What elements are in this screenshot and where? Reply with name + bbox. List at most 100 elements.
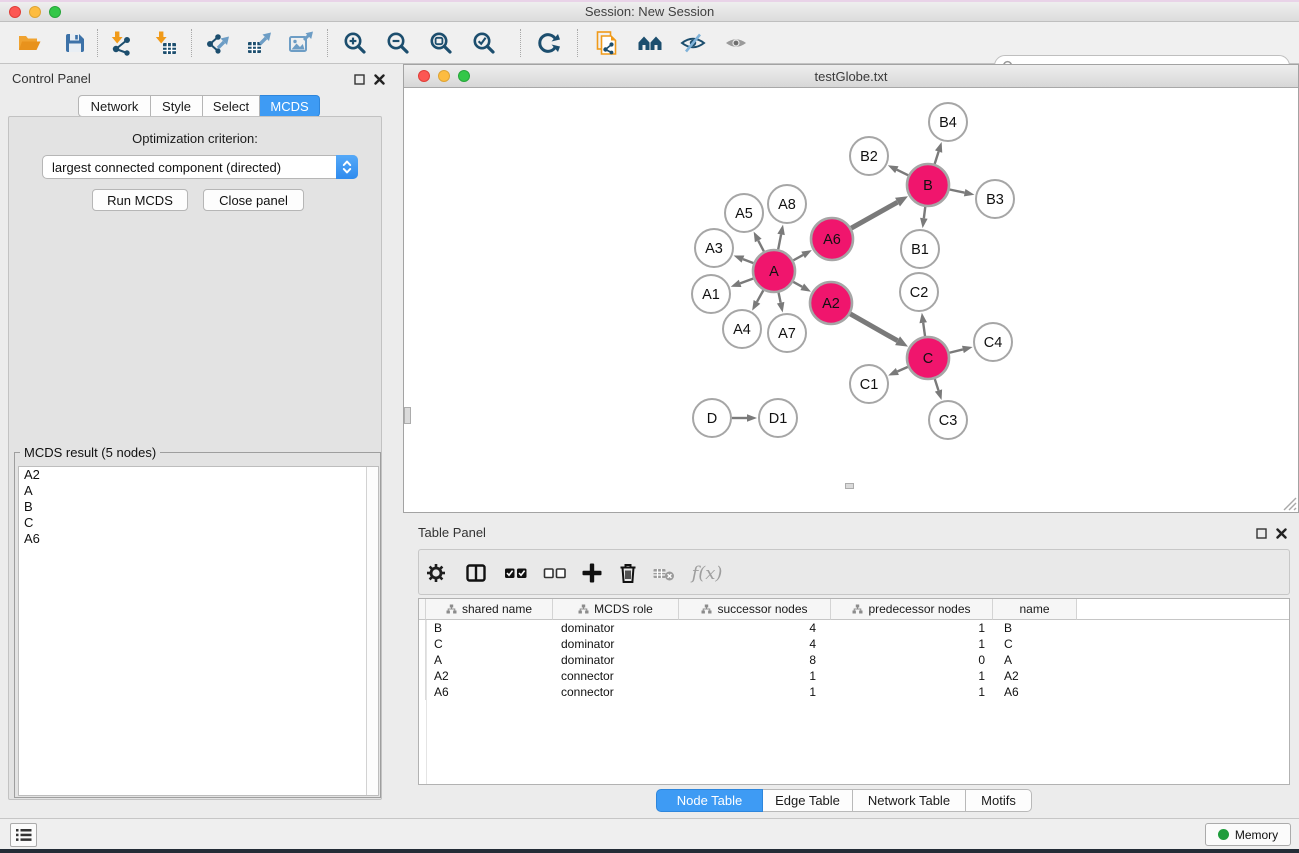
edge-C-C3[interactable] bbox=[935, 379, 939, 391]
cell-mcds-role[interactable]: connector bbox=[553, 668, 679, 684]
import-table-icon[interactable] bbox=[150, 28, 180, 58]
edge-C-C1[interactable] bbox=[897, 367, 908, 372]
mcds-result-item[interactable]: B bbox=[19, 499, 378, 515]
edge-B-B4[interactable] bbox=[935, 152, 939, 164]
cell-shared-name[interactable]: A bbox=[426, 652, 553, 668]
network-minimize-icon[interactable] bbox=[438, 70, 450, 82]
cell-predecessor-nodes[interactable]: 1 bbox=[831, 684, 993, 700]
column-header-name[interactable]: name bbox=[993, 599, 1077, 620]
result-scrollbar[interactable] bbox=[366, 467, 378, 795]
network-canvas[interactable]: B4B2BB3A8A5A6A3B1AC2A1A2A4A7C4CC1C3DD1 bbox=[404, 88, 1298, 512]
edge-B-B3[interactable] bbox=[950, 189, 965, 192]
tab-motifs[interactable]: Motifs bbox=[966, 789, 1032, 812]
show-columns-icon[interactable] bbox=[463, 561, 489, 585]
cell-shared-name[interactable]: B bbox=[426, 620, 553, 636]
mcds-result-item[interactable]: A2 bbox=[19, 467, 378, 483]
tab-mcds[interactable]: MCDS bbox=[260, 95, 320, 117]
refresh-icon[interactable] bbox=[533, 28, 563, 58]
select-all-checkboxes-icon[interactable] bbox=[503, 561, 529, 585]
table-row[interactable]: Bdominator41B bbox=[419, 620, 1289, 636]
tab-network[interactable]: Network bbox=[78, 95, 151, 117]
table-row[interactable]: Adominator80A bbox=[419, 652, 1289, 668]
deselect-all-checkboxes-icon[interactable] bbox=[542, 561, 568, 585]
zoom-in-icon[interactable] bbox=[340, 28, 370, 58]
edge-A-A8[interactable] bbox=[778, 234, 781, 249]
close-window-icon[interactable] bbox=[9, 6, 21, 18]
cell-name[interactable]: C bbox=[993, 636, 1077, 652]
cell-name[interactable]: A2 bbox=[993, 668, 1077, 684]
cell-name[interactable]: A6 bbox=[993, 684, 1077, 700]
edge-C-C2[interactable] bbox=[923, 323, 925, 336]
network-close-icon[interactable] bbox=[418, 70, 430, 82]
cell-predecessor-nodes[interactable]: 1 bbox=[831, 636, 993, 652]
hide-eye-slash-icon[interactable] bbox=[678, 28, 708, 58]
criterion-dropdown[interactable]: largest connected component (directed) bbox=[42, 155, 358, 179]
export-image-icon[interactable] bbox=[286, 28, 316, 58]
resize-grip-icon[interactable] bbox=[1280, 494, 1297, 511]
cell-successor-nodes[interactable]: 4 bbox=[679, 620, 831, 636]
edge-A-A3[interactable] bbox=[743, 259, 754, 263]
edge-A-A1[interactable] bbox=[740, 279, 753, 284]
edge-A-A6[interactable] bbox=[793, 255, 803, 260]
add-row-icon[interactable] bbox=[579, 561, 605, 585]
cell-shared-name[interactable]: A2 bbox=[426, 668, 553, 684]
table-float-panel-icon[interactable] bbox=[1254, 526, 1268, 540]
settings-gear-icon[interactable] bbox=[423, 561, 449, 585]
cell-mcds-role[interactable]: dominator bbox=[553, 620, 679, 636]
edge-B-B1[interactable] bbox=[924, 207, 925, 218]
left-scroll-grip[interactable] bbox=[404, 407, 411, 424]
houses-icon[interactable] bbox=[635, 28, 665, 58]
close-panel-button[interactable]: Close panel bbox=[203, 189, 304, 211]
edge-A6-B[interactable] bbox=[851, 202, 897, 228]
zoom-window-icon[interactable] bbox=[49, 6, 61, 18]
edge-A-A7[interactable] bbox=[779, 293, 781, 303]
network-zoom-icon[interactable] bbox=[458, 70, 470, 82]
column-header-shared-name[interactable]: shared name bbox=[426, 599, 553, 620]
network-titlebar[interactable]: testGlobe.txt bbox=[404, 65, 1298, 88]
edge-B-B2[interactable] bbox=[897, 170, 908, 176]
cell-successor-nodes[interactable]: 4 bbox=[679, 636, 831, 652]
run-mcds-button[interactable]: Run MCDS bbox=[92, 189, 188, 211]
tab-style[interactable]: Style bbox=[151, 95, 203, 117]
cell-predecessor-nodes[interactable]: 0 bbox=[831, 652, 993, 668]
tab-edge-table[interactable]: Edge Table bbox=[763, 789, 853, 812]
edge-C-C4[interactable] bbox=[949, 349, 963, 352]
delete-row-icon[interactable] bbox=[615, 561, 641, 585]
node-table[interactable]: shared nameMCDS rolesuccessor nodesprede… bbox=[418, 598, 1290, 785]
import-network-icon[interactable] bbox=[106, 28, 136, 58]
column-header-mcds-role[interactable]: MCDS role bbox=[553, 599, 679, 620]
mcds-result-list[interactable]: A2ABCA6 bbox=[18, 466, 379, 796]
network-graph[interactable]: B4B2BB3A8A5A6A3B1AC2A1A2A4A7C4CC1C3DD1 bbox=[404, 88, 1298, 512]
cell-successor-nodes[interactable]: 1 bbox=[679, 684, 831, 700]
table-row[interactable]: A6connector11A6 bbox=[419, 684, 1289, 700]
document-network-icon[interactable] bbox=[592, 28, 622, 58]
cell-successor-nodes[interactable]: 8 bbox=[679, 652, 831, 668]
tab-network-table[interactable]: Network Table bbox=[853, 789, 966, 812]
show-eye-icon[interactable] bbox=[721, 28, 751, 58]
export-network-icon[interactable] bbox=[202, 28, 232, 58]
column-header-predecessor-nodes[interactable]: predecessor nodes bbox=[831, 599, 993, 620]
cell-successor-nodes[interactable]: 1 bbox=[679, 668, 831, 684]
memory-button[interactable]: Memory bbox=[1205, 823, 1291, 846]
cell-name[interactable]: A bbox=[993, 652, 1077, 668]
close-panel-icon[interactable] bbox=[372, 72, 386, 86]
cell-predecessor-nodes[interactable]: 1 bbox=[831, 620, 993, 636]
zoom-fit-icon[interactable] bbox=[426, 28, 456, 58]
edge-A-A5[interactable] bbox=[758, 241, 764, 252]
table-row[interactable]: Cdominator41C bbox=[419, 636, 1289, 652]
table-close-panel-icon[interactable] bbox=[1274, 526, 1288, 540]
zoom-selected-icon[interactable] bbox=[469, 28, 499, 58]
edge-A-A4[interactable] bbox=[757, 290, 763, 302]
cell-mcds-role[interactable]: dominator bbox=[553, 652, 679, 668]
tab-node-table[interactable]: Node Table bbox=[656, 789, 763, 812]
float-panel-icon[interactable] bbox=[352, 72, 366, 86]
export-table-icon[interactable] bbox=[244, 28, 274, 58]
mcds-result-item[interactable]: A bbox=[19, 483, 378, 499]
cell-predecessor-nodes[interactable]: 1 bbox=[831, 668, 993, 684]
edge-A2-C[interactable] bbox=[850, 314, 897, 341]
column-header-successor-nodes[interactable]: successor nodes bbox=[679, 599, 831, 620]
mcds-result-item[interactable]: A6 bbox=[19, 531, 378, 547]
task-history-button[interactable] bbox=[10, 823, 37, 847]
minimize-window-icon[interactable] bbox=[29, 6, 41, 18]
bottom-scroll-grip[interactable] bbox=[845, 483, 854, 489]
